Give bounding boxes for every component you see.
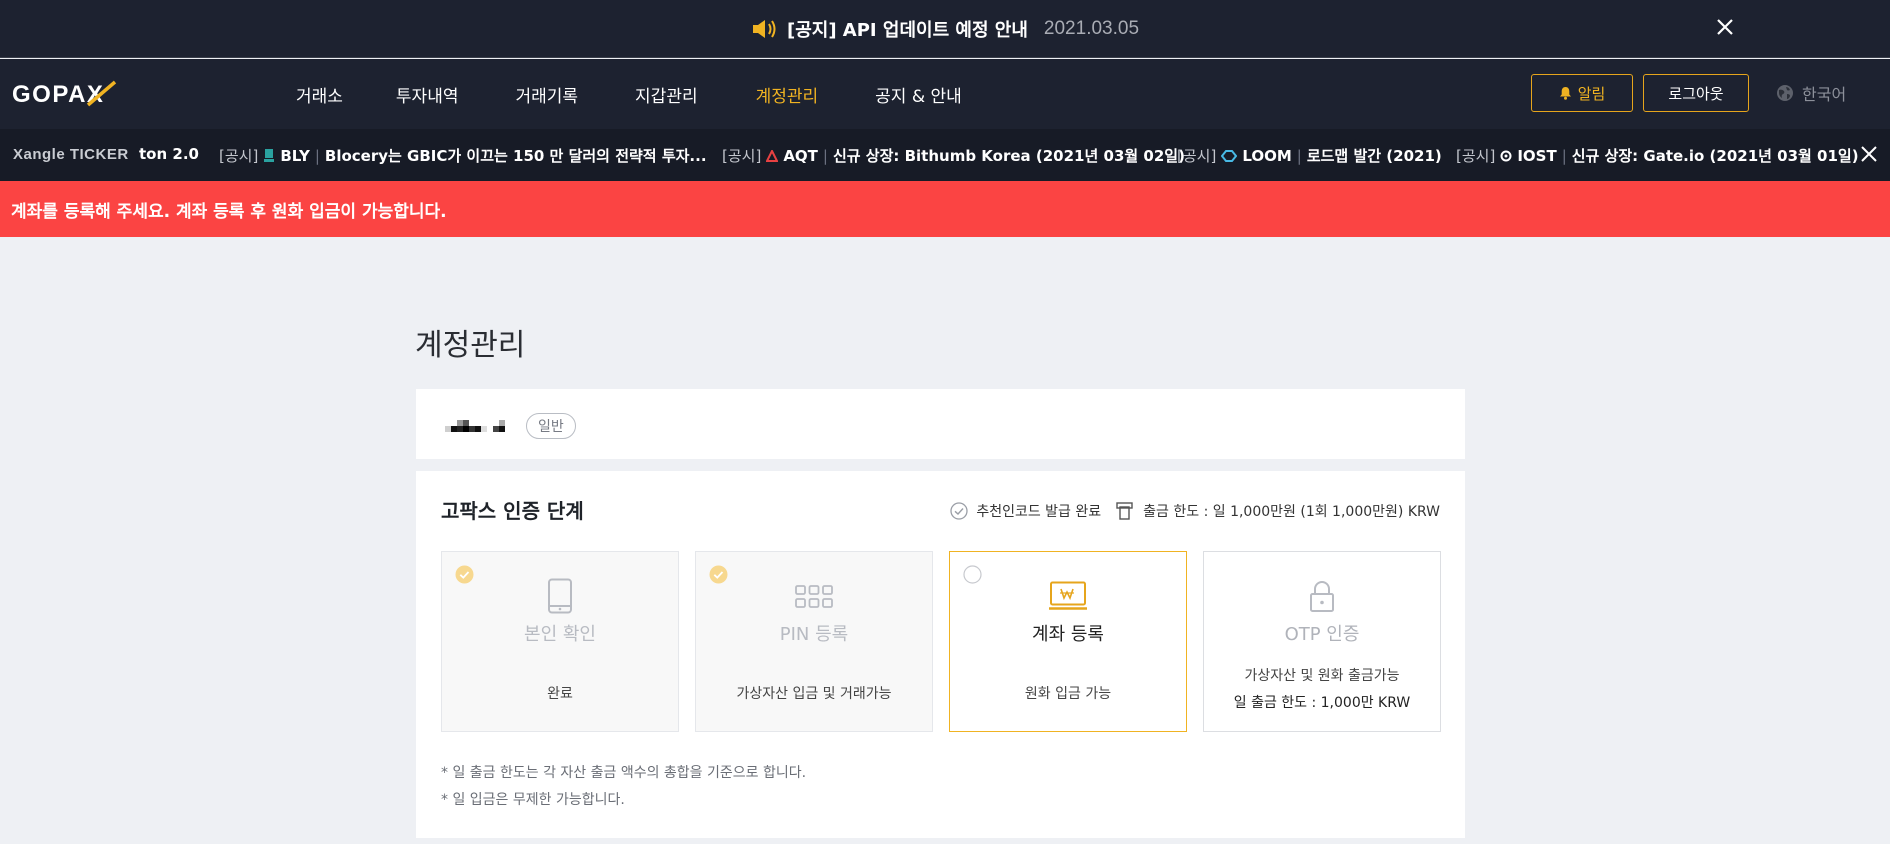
- ticker-brand: Xangle TICKER: [13, 146, 129, 163]
- note-item: * 일 입금은 무제한 가능합니다.: [441, 792, 625, 808]
- step-name: OTP 인증: [1284, 624, 1360, 645]
- step-otp[interactable]: OTP 인증 가상자산 및 원화 출금가능 일 출금 한도 : 1,000만 K…: [1203, 551, 1441, 732]
- megaphone-icon: [752, 19, 776, 38]
- bly-coin-icon: [264, 149, 275, 162]
- ticker-item[interactable]: [공시] AQT | 신규 상장: Bithumb Korea (2021년 0…: [722, 145, 1185, 166]
- step-description: 가상자산 입금 및 거래가능: [736, 686, 892, 702]
- ticker-text: Blocery는 GBIC가 이끄는 150 만 달러의 전략적 투자...: [324, 147, 707, 165]
- ticker-item[interactable]: [공시] BLY | Blocery는 GBIC가 이끄는 150 만 달러의 …: [219, 145, 707, 166]
- news-ticker: Xangle TICKER ton 2.0 [공시] BLY | Blocery…: [0, 129, 1890, 181]
- logout-label: 로그아웃: [1668, 84, 1724, 103]
- ticker-symbol: IOST: [1517, 146, 1557, 165]
- check-icon: [455, 565, 474, 584]
- top-navigation: GOPAX 거래소 투자내역 거래기록 지갑관리 계정관리 공지 & 안내 알림…: [0, 59, 1890, 129]
- ticker-tag: [공시]: [722, 147, 762, 165]
- nav-exchange[interactable]: 거래소: [296, 82, 343, 107]
- close-icon[interactable]: [1858, 143, 1880, 165]
- ticker-symbol: LOOM: [1242, 146, 1292, 165]
- radio-circle-icon: [963, 565, 982, 584]
- language-selector[interactable]: 한국어: [1776, 81, 1846, 105]
- globe-icon: [1777, 85, 1793, 101]
- verification-meta: 추천인코드 발급 완료 출금 한도 : 일 1,000만원 (1회 1,000만…: [950, 501, 1440, 521]
- step-name: PIN 등록: [779, 624, 849, 645]
- check-circle-icon: [950, 502, 968, 520]
- ticker-tag: [공시]: [1456, 147, 1496, 165]
- notice-date: 2021.03.05: [1043, 17, 1140, 39]
- account-registration-alert: 계좌를 등록해 주세요. 계좌 등록 후 원화 입금이 가능합니다.: [0, 181, 1890, 237]
- bell-icon: [1559, 87, 1571, 100]
- ticker-tag: [공시]: [219, 147, 259, 165]
- ticker-fragment[interactable]: ton 2.0: [139, 145, 199, 163]
- step-description-line: 가상자산 및 원화 출금가능: [1244, 668, 1400, 684]
- verification-panel: 고팍스 인증 단계 추천인코드 발급 완료 출금 한도 : 일 1,000만원 …: [416, 471, 1465, 838]
- user-level-badge: 일반: [526, 413, 576, 439]
- alert-text: 계좌를 등록해 주세요. 계좌 등록 후 원화 입금이 가능합니다.: [11, 201, 447, 222]
- gopax-logo[interactable]: GOPAX: [12, 79, 122, 109]
- verification-title: 고팍스 인증 단계: [441, 499, 584, 523]
- ticker-item[interactable]: [공시] IOST | 신규 상장: Gate.io (2021년 03월 01…: [1456, 145, 1859, 166]
- lock-icon: [1310, 581, 1334, 612]
- alarm-button[interactable]: 알림: [1531, 74, 1633, 112]
- check-icon: [709, 565, 728, 584]
- note-item: * 일 출금 한도는 각 자산 출금 액수의 총합을 기준으로 합니다.: [441, 765, 807, 781]
- ticker-symbol: AQT: [783, 146, 818, 165]
- step-name: 본인 확인: [524, 624, 596, 645]
- verification-notes: * 일 출금 한도는 각 자산 출금 액수의 총합을 기준으로 합니다. * 일…: [441, 760, 806, 814]
- nav-investments[interactable]: 투자내역: [396, 82, 459, 107]
- aqt-coin-icon: [766, 149, 779, 162]
- user-card: 일반: [416, 389, 1465, 459]
- bank-account-icon: [1049, 581, 1087, 610]
- notice-bar: [공지] API 업데이트 예정 안내 2021.03.05: [0, 0, 1890, 58]
- step-name: 계좌 등록: [1032, 624, 1104, 645]
- referral-status: 추천인코드 발급 완료: [976, 504, 1102, 520]
- ticker-symbol: BLY: [280, 146, 310, 165]
- step-bank-account[interactable]: 계좌 등록 원화 입금 가능: [949, 551, 1187, 732]
- ticker-text: 신규 상장: Bithumb Korea (2021년 03월 02일): [832, 147, 1185, 165]
- step-description: 원화 입금 가능: [1024, 686, 1112, 702]
- withdraw-limit: 출금 한도 : 일 1,000만원 (1회 1,000만원) KRW: [1143, 504, 1440, 520]
- masked-name-image: [445, 420, 505, 432]
- language-label: 한국어: [1802, 85, 1847, 104]
- nav-notice[interactable]: 공지 & 안내: [875, 82, 962, 107]
- ticker-item[interactable]: [공시] LOOM | 로드맵 발간 (2021): [1177, 145, 1442, 166]
- step-identity[interactable]: 본인 확인 완료: [441, 551, 679, 732]
- nav-trade-history[interactable]: 거래기록: [515, 82, 578, 107]
- page-title: 계정관리: [415, 328, 526, 363]
- iost-coin-icon: [1500, 150, 1512, 161]
- ticker-text: 로드맵 발간 (2021): [1306, 147, 1442, 165]
- step-daily-limit: 일 출금 한도 : 1,000만 KRW: [1233, 695, 1411, 711]
- step-description: 가상자산 및 원화 출금가능 일 출금 한도 : 1,000만 KRW: [1204, 663, 1440, 717]
- nav-wallet[interactable]: 지갑관리: [635, 82, 698, 107]
- withdraw-limit-icon: [1116, 502, 1133, 520]
- logout-button[interactable]: 로그아웃: [1643, 74, 1749, 112]
- masked-username: [445, 416, 520, 436]
- step-description: 완료: [547, 686, 573, 702]
- keypad-icon: [795, 585, 833, 608]
- loom-coin-icon: [1221, 149, 1238, 162]
- main-nav: 거래소 투자내역 거래기록 지갑관리 계정관리 공지 & 안내: [296, 59, 962, 129]
- step-pin[interactable]: PIN 등록 가상자산 입금 및 거래가능: [695, 551, 933, 732]
- verification-steps: 본인 확인 완료 PIN 등록 가상자산 입금 및 거래가능 계좌 등록 원화 …: [441, 551, 1441, 732]
- notice-title[interactable]: [공지] API 업데이트 예정 안내: [787, 16, 1028, 42]
- ticker-tag: [공시]: [1177, 147, 1217, 165]
- phone-icon: [548, 578, 572, 614]
- alarm-label: 알림: [1577, 84, 1606, 103]
- close-icon[interactable]: [1710, 12, 1740, 42]
- ticker-text: 신규 상장: Gate.io (2021년 03월 01일): [1571, 147, 1859, 165]
- nav-account[interactable]: 계정관리: [756, 82, 819, 107]
